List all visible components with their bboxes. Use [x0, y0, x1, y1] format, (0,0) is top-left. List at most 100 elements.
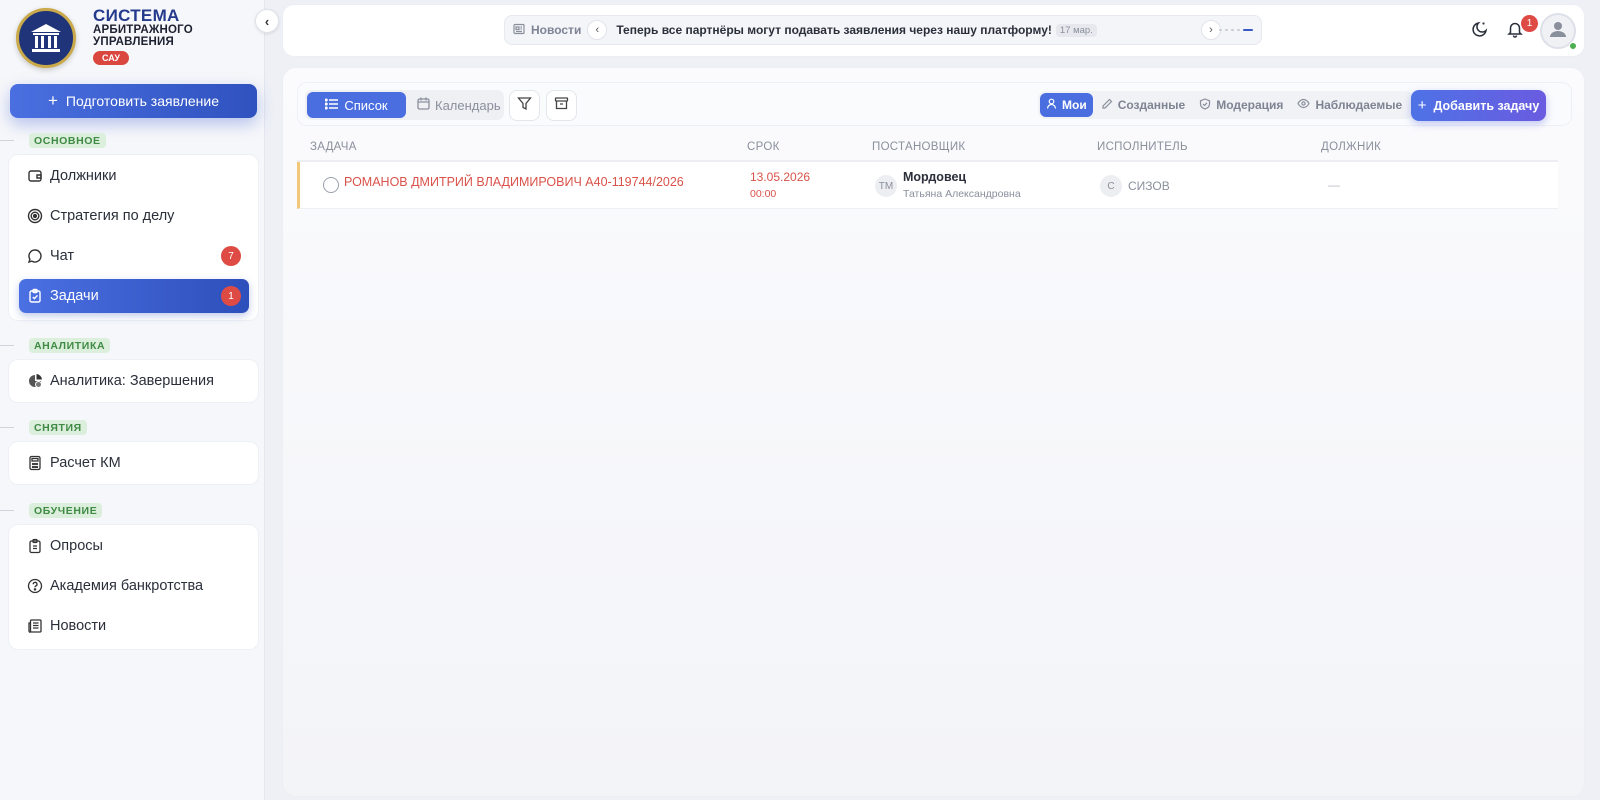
- news-next-button[interactable]: ›: [1201, 20, 1221, 40]
- section-label-analytics: АНАЛИТИКА: [29, 338, 111, 353]
- add-task-button[interactable]: + Добавить задачу: [1411, 90, 1546, 121]
- collapse-sidebar-button[interactable]: ‹: [255, 9, 279, 33]
- brand[interactable]: СИСТЕМА АРБИТРАЖНОГО УПРАВЛЕНИЯ САУ: [16, 6, 193, 68]
- news-text: Теперь все партнёры могут подавать заявл…: [616, 23, 1052, 37]
- eye-icon: [1297, 98, 1311, 112]
- filter-button[interactable]: [509, 90, 540, 121]
- tab-mine[interactable]: Мои: [1040, 93, 1093, 117]
- topbar: Новости ‹ Теперь все партнёры могут пода…: [282, 4, 1585, 57]
- sidebar-item-debtors[interactable]: Должники: [19, 159, 249, 193]
- sidebar-item-chat[interactable]: Чат 7: [19, 239, 249, 273]
- theme-toggle-button[interactable]: [1468, 19, 1492, 43]
- brand-title: СИСТЕМА: [93, 6, 180, 25]
- chevron-left-icon: ‹: [264, 13, 270, 29]
- section-label-withdrawals: СНЯТИЯ: [29, 420, 87, 435]
- debtor-value: —: [1328, 178, 1340, 192]
- online-status-dot: [1569, 42, 1577, 50]
- tab-created-label: Созданные: [1117, 98, 1186, 112]
- sidebar-item-km-calc[interactable]: Расчет КМ: [19, 446, 249, 480]
- tasks-panel: Список Календарь Мои Созданные Модерация…: [282, 67, 1585, 797]
- task-due-date: 13.05.2026: [750, 170, 811, 184]
- news-ticker[interactable]: Новости ‹ Теперь все партнёры могут пода…: [504, 15, 1262, 45]
- setter-full-name: Татьяна Александровна: [903, 188, 1021, 200]
- sidebar-item-label: Стратегия по делу: [50, 208, 175, 224]
- setter-name: Мордовец: [903, 170, 967, 184]
- sidebar-item-label: Задачи: [50, 288, 99, 304]
- nav-group-main: Должники Стратегия по делу Чат 7 Задачи …: [8, 154, 259, 321]
- sidebar-item-label: Академия банкротства: [50, 578, 204, 594]
- section-divider: [0, 140, 14, 141]
- tab-watched-label: Наблюдаемые: [1315, 98, 1403, 112]
- filter-icon: [517, 96, 532, 116]
- newspaper-icon: [513, 23, 525, 38]
- sidebar-item-academy[interactable]: Академия банкротства: [19, 569, 249, 603]
- archive-button[interactable]: [546, 90, 577, 121]
- section-divider: [0, 510, 14, 511]
- tasks-count-badge: 1: [221, 286, 241, 306]
- tab-created[interactable]: Созданные: [1095, 93, 1192, 117]
- tab-moderation-label: Модерация: [1216, 98, 1284, 112]
- sidebar-item-news[interactable]: Новости: [19, 609, 249, 643]
- sidebar-item-label: Опросы: [50, 538, 103, 554]
- pencil-icon: [1101, 98, 1113, 113]
- help-circle-icon: [27, 578, 43, 594]
- column-header-executor[interactable]: ИСПОЛНИТЕЛЬ: [1097, 141, 1188, 153]
- task-title-link[interactable]: РОМАНОВ ДМИТРИЙ ВЛАДИМИРОВИЧ А40-119744/…: [344, 175, 684, 189]
- sidebar-item-label: Чат: [50, 248, 75, 264]
- clipboard-check-icon: [27, 288, 43, 304]
- sidebar-item-surveys[interactable]: Опросы: [19, 529, 249, 563]
- chat-icon: [27, 248, 43, 264]
- tab-mine-label: Мои: [1062, 98, 1087, 112]
- sidebar: СИСТЕМА АРБИТРАЖНОГО УПРАВЛЕНИЯ САУ + По…: [0, 0, 265, 800]
- view-list-button[interactable]: Список: [307, 92, 406, 118]
- chat-count-badge: 7: [221, 246, 241, 266]
- user-icon: [1547, 18, 1569, 45]
- newspaper-icon: [27, 618, 43, 634]
- user-icon: [1046, 98, 1057, 112]
- sidebar-item-label: Расчет КМ: [50, 455, 121, 471]
- table-row[interactable]: РОМАНОВ ДМИТРИЙ ВЛАДИМИРОВИЧ А40-119744/…: [297, 162, 1558, 209]
- column-header-debtor[interactable]: ДОЛЖНИК: [1321, 141, 1381, 153]
- list-icon: [325, 97, 339, 113]
- executor-avatar: С: [1100, 175, 1122, 197]
- executor-name: СИЗОВ: [1128, 179, 1170, 193]
- nav-group-learning: Опросы Академия банкротства Новости: [8, 524, 259, 650]
- column-header-due[interactable]: СРОК: [747, 141, 780, 153]
- news-pagination-dots: [1219, 29, 1253, 31]
- nav-group-withdrawals: Расчет КМ: [8, 441, 259, 485]
- task-scope-tabs: Мои Созданные Модерация Наблюдаемые: [1038, 91, 1414, 119]
- task-complete-checkbox[interactable]: [323, 177, 339, 193]
- news-tag: Новости: [531, 23, 582, 37]
- clipboard-list-icon: [27, 538, 43, 554]
- view-calendar-button[interactable]: Календарь: [409, 92, 509, 118]
- prepare-application-button[interactable]: + Подготовить заявление: [10, 84, 257, 118]
- nav-group-analytics: Аналитика: Завершения: [8, 359, 259, 403]
- brand-subtitle-1: АРБИТРАЖНОГО: [93, 24, 193, 36]
- column-header-task[interactable]: ЗАДАЧА: [310, 141, 357, 153]
- plus-icon: +: [47, 91, 58, 110]
- notifications-count-badge: 1: [1521, 15, 1538, 32]
- column-header-setter[interactable]: ПОСТАНОВЩИК: [872, 141, 965, 153]
- tasks-toolbar: Список Календарь Мои Созданные Модерация…: [297, 82, 1572, 126]
- add-task-label: Добавить задачу: [1433, 98, 1540, 113]
- task-due-time: 00:00: [750, 188, 777, 200]
- chevron-right-icon: ›: [1209, 24, 1213, 36]
- sidebar-item-strategy[interactable]: Стратегия по делу: [19, 199, 249, 233]
- view-list-label: Список: [344, 97, 388, 113]
- brand-badge: САУ: [93, 51, 130, 65]
- tasks-table-header: ЗАДАЧА СРОК ПОСТАНОВЩИК ИСПОЛНИТЕЛЬ ДОЛЖ…: [297, 137, 1558, 159]
- sidebar-item-label: Аналитика: Завершения: [50, 373, 214, 389]
- view-switch: Список Календарь: [305, 90, 504, 120]
- view-calendar-label: Календарь: [435, 97, 501, 113]
- section-label-main: ОСНОВНОЕ: [29, 133, 106, 148]
- sidebar-item-analytics-completions[interactable]: Аналитика: Завершения: [19, 364, 249, 398]
- tab-moderation[interactable]: Модерация: [1193, 93, 1289, 117]
- sidebar-item-label: Должники: [50, 168, 117, 184]
- tab-watched[interactable]: Наблюдаемые: [1291, 93, 1408, 117]
- news-date: 17 мар.: [1055, 23, 1097, 37]
- news-prev-button[interactable]: ‹: [587, 20, 608, 40]
- plus-icon: +: [1417, 97, 1427, 114]
- sidebar-item-tasks[interactable]: Задачи 1: [19, 279, 249, 313]
- logo-icon: [16, 8, 76, 68]
- target-icon: [27, 208, 43, 224]
